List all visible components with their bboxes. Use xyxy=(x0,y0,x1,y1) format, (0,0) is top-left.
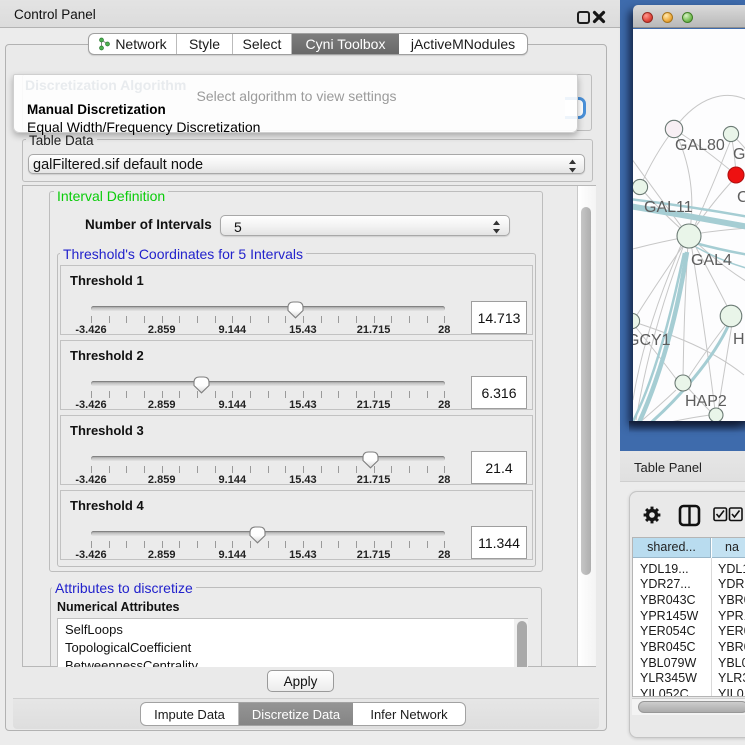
svg-text:HAP2: HAP2 xyxy=(685,393,727,410)
svg-text:GAL80: GAL80 xyxy=(675,137,725,154)
svg-text:GCY1: GCY1 xyxy=(633,332,671,349)
svg-text:GAL4: GAL4 xyxy=(691,252,732,269)
svg-text:GAL11: GAL11 xyxy=(644,199,693,216)
svg-text:H: H xyxy=(733,331,745,348)
svg-text:GA: GA xyxy=(733,146,745,163)
svg-text:CY: CY xyxy=(737,189,745,206)
